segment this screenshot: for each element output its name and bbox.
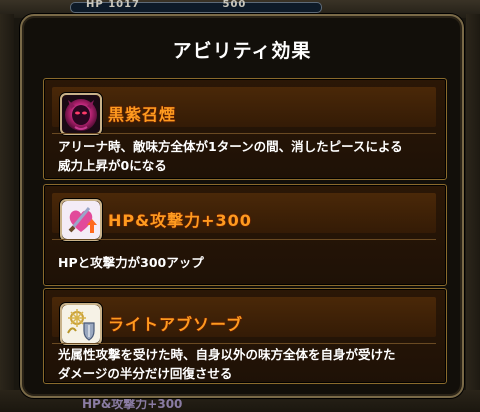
ability-description-line: ダメージの半分だけ回復させる bbox=[58, 366, 233, 381]
modal-title: アビリティ効果 bbox=[172, 40, 312, 62]
ability-description: HPと攻撃力が300アップ bbox=[58, 253, 438, 272]
card-divider bbox=[52, 133, 436, 134]
ability-description: 光属性攻撃を受けた時、自身以外の味方全体を自身が受けた ダメージの半分だけ回復さ… bbox=[58, 345, 438, 383]
background-left-edge bbox=[0, 14, 14, 394]
background-right-edge bbox=[466, 14, 480, 394]
ability-card-2: HP&攻撃力+300 HPと攻撃力が300アップ bbox=[43, 184, 447, 286]
ability-card-1: 黒紫召煙 アリーナ時、敵味方全体が1ターンの間、消したピースによる 威力上昇が0… bbox=[43, 78, 447, 180]
ability-description: アリーナ時、敵味方全体が1ターンの間、消したピースによる 威力上昇が0になる bbox=[58, 137, 438, 175]
ability-description-line: 威力上昇が0になる bbox=[58, 158, 167, 173]
card-divider bbox=[52, 239, 436, 240]
purple-demon-icon bbox=[60, 93, 102, 135]
card-divider bbox=[52, 343, 436, 344]
ability-description-line: アリーナ時、敵味方全体が1ターンの間、消したピースによる bbox=[58, 139, 403, 154]
ability-card-header: ライトアブソーブ bbox=[52, 297, 436, 345]
ability-description-line: HPと攻撃力が300アップ bbox=[58, 255, 204, 270]
background-hp-sub: 500 bbox=[222, 0, 247, 10]
ability-name: HP&攻撃力+300 bbox=[108, 211, 252, 230]
ability-card-header: HP&攻撃力+300 bbox=[52, 193, 436, 241]
background-hp-value: 1017 bbox=[108, 0, 141, 10]
ability-card-header: 黒紫召煙 bbox=[52, 87, 436, 135]
heart-sword-up-icon bbox=[60, 199, 102, 241]
background-hp-text: HP 1017 500 bbox=[86, 0, 246, 10]
ability-name: 黒紫召煙 bbox=[108, 105, 177, 124]
ability-description-line: 光属性攻撃を受けた時、自身以外の味方全体を自身が受けた bbox=[58, 347, 396, 362]
ability-name: ライトアブソーブ bbox=[108, 315, 244, 334]
ability-effects-modal: アビリティ効果 黒紫召煙 アリーナ時、敵味方全体が1ターンの間、消したピースによ… bbox=[20, 14, 464, 398]
light-shield-icon bbox=[60, 303, 102, 345]
ability-card-3: ライトアブソーブ 光属性攻撃を受けた時、自身以外の味方全体を自身が受けた ダメー… bbox=[43, 288, 447, 384]
background-hp-label: HP bbox=[86, 0, 104, 10]
